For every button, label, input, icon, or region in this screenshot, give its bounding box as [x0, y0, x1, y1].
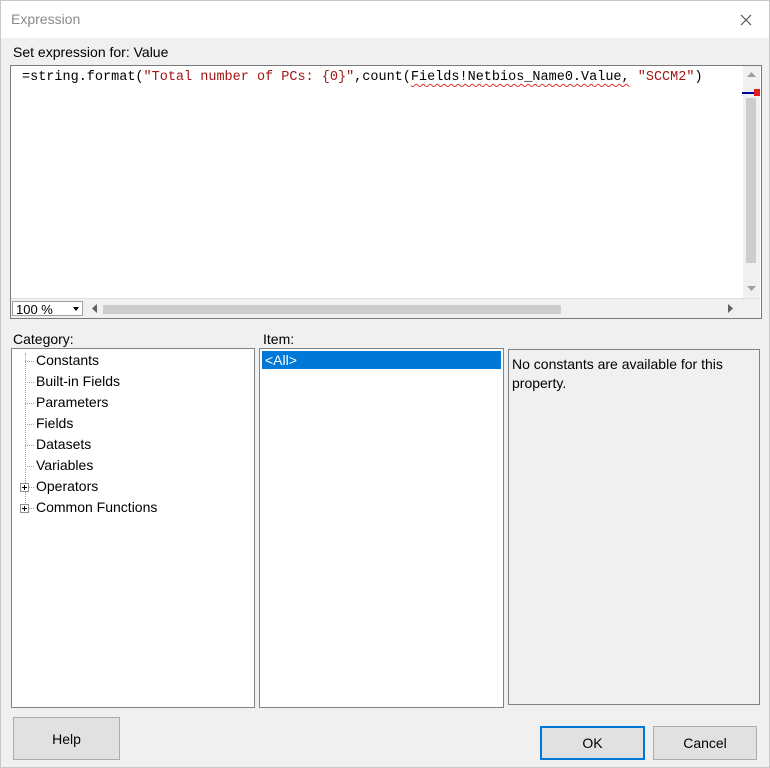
ok-button[interactable]: OK: [540, 726, 645, 760]
error-marker: [754, 89, 760, 96]
chevron-up-icon: [747, 72, 756, 77]
item-list[interactable]: <All>: [259, 348, 504, 708]
description-text: No constants are available for this prop…: [512, 356, 723, 391]
expand-plus-icon[interactable]: [20, 504, 29, 513]
close-button[interactable]: [723, 1, 769, 38]
expression-editor[interactable]: =string.format("Total number of PCs: {0}…: [10, 65, 762, 319]
category-item-operators[interactable]: Operators: [36, 478, 98, 494]
vertical-scrollbar[interactable]: [742, 66, 760, 298]
expression-dialog: Expression Set expression for: Value =st…: [0, 0, 770, 768]
category-item-constants[interactable]: Constants: [36, 352, 99, 368]
scroll-down-arrow[interactable]: [743, 280, 760, 297]
description-panel: No constants are available for this prop…: [508, 349, 760, 705]
expression-label: Set expression for: Value: [13, 44, 169, 60]
zoom-select[interactable]: 100 %: [12, 301, 83, 317]
category-item-parameters[interactable]: Parameters: [36, 394, 108, 410]
category-item-datasets[interactable]: Datasets: [36, 436, 91, 452]
cancel-button[interactable]: Cancel: [653, 726, 757, 760]
category-item-built-in-fields[interactable]: Built-in Fields: [36, 373, 120, 389]
dropdown-arrow-icon: [73, 307, 79, 311]
expression-text[interactable]: =string.format("Total number of PCs: {0}…: [22, 69, 740, 87]
category-item-variables[interactable]: Variables: [36, 457, 93, 473]
vertical-scroll-thumb[interactable]: [746, 98, 756, 263]
scroll-up-arrow[interactable]: [743, 66, 760, 83]
zoom-value: 100 %: [16, 302, 53, 317]
close-icon: [740, 14, 752, 25]
expand-plus-icon[interactable]: [20, 483, 29, 492]
window-title: Expression: [11, 11, 81, 27]
item-label: Item:: [263, 331, 295, 347]
category-label: Category:: [13, 331, 74, 347]
chevron-down-icon: [747, 286, 756, 291]
category-item-fields[interactable]: Fields: [36, 415, 73, 431]
item-all[interactable]: <All>: [262, 351, 501, 369]
title-bar: Expression: [1, 1, 769, 38]
chevron-left-icon: [92, 304, 97, 313]
scroll-left-arrow[interactable]: [86, 300, 103, 317]
scroll-right-arrow[interactable]: [722, 300, 739, 317]
editor-bottom-bar: 100 %: [11, 298, 760, 318]
category-item-common-functions[interactable]: Common Functions: [36, 499, 157, 515]
help-button[interactable]: Help: [13, 717, 120, 760]
horizontal-scroll-thumb[interactable]: [103, 305, 561, 314]
category-tree[interactable]: Constants Built-in Fields Parameters Fie…: [11, 348, 255, 708]
chevron-right-icon: [728, 304, 733, 313]
